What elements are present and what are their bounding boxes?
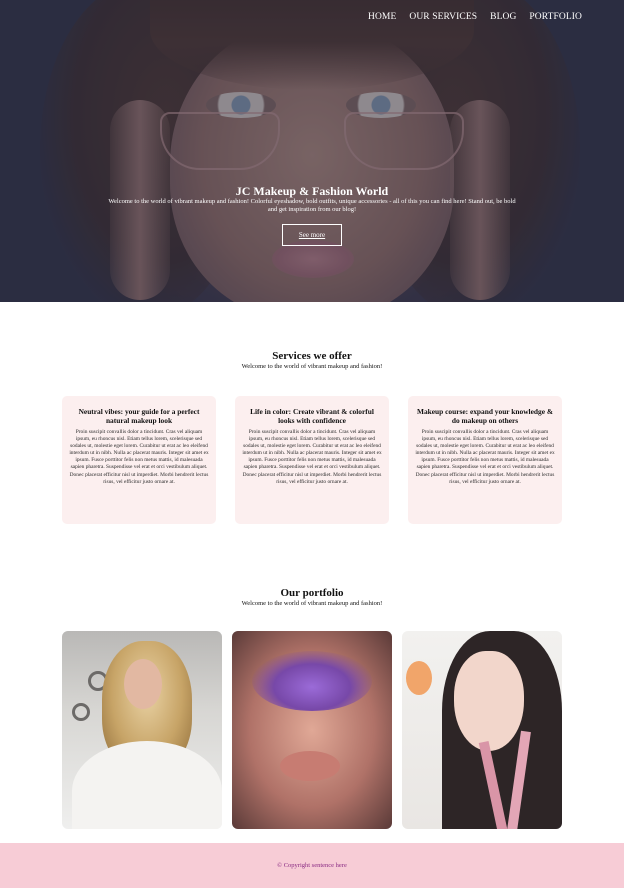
footer-copyright: © Copyright sentence here [277,862,347,869]
nav-home-link[interactable]: HOME [368,12,396,22]
service-card-body: Proin suscipit convallis dolor a tincidu… [69,429,209,485]
services-subtitle: Welcome to the world of vibrant makeup a… [241,363,383,370]
portfolio-photo-blonde-look[interactable] [62,631,222,829]
service-card-body: Proin suscipit convallis dolor a tincidu… [242,429,382,485]
portfolio-title: Our portfolio [280,587,344,599]
hero-banner: HOME OUR SERVICES BLOG PORTFOLIO JC Make… [0,0,624,302]
hero-content: JC Makeup & Fashion World Welcome to the… [0,184,624,246]
service-card[interactable]: Neutral vibes: your guide for a perfect … [62,396,216,524]
portfolio-header: Our portfolio Welcome to the world of vi… [0,587,624,608]
hero-subtitle: Welcome to the world of vibrant makeup a… [108,198,516,213]
services-title: Services we offer [272,350,352,362]
photo-robe [72,741,222,829]
main-nav: HOME OUR SERVICES BLOG PORTFOLIO [368,12,582,22]
photo-makeup-sponge [406,661,432,695]
portfolio-subtitle: Welcome to the world of vibrant makeup a… [241,600,383,607]
service-card-title: Neutral vibes: your guide for a perfect … [78,407,200,425]
service-card[interactable]: Makeup course: expand your knowledge & d… [408,396,562,524]
see-more-button[interactable]: See more [282,224,342,246]
photo-eyeshadow [252,651,372,711]
portfolio-gallery [62,631,562,829]
service-card-body: Proin suscipit convallis dolor a tincidu… [415,429,555,485]
portfolio-photo-purple-eyeshadow[interactable] [232,631,392,829]
nav-portfolio-link[interactable]: PORTFOLIO [529,12,582,22]
hero-title: JC Makeup & Fashion World [235,184,389,198]
service-card-title: Life in color: Create vibrant & colorful… [250,407,374,425]
photo-face [124,659,162,709]
nav-services-link[interactable]: OUR SERVICES [409,12,477,22]
services-cards: Neutral vibes: your guide for a perfect … [62,396,562,524]
photo-lips [280,751,340,781]
photo-decor-ring [72,703,90,721]
service-card-title: Makeup course: expand your knowledge & d… [417,407,553,425]
footer: © Copyright sentence here [0,843,624,888]
services-header: Services we offer Welcome to the world o… [0,350,624,371]
nav-blog-link[interactable]: BLOG [490,12,516,22]
portfolio-photo-brush-makeup[interactable] [402,631,562,829]
photo-face [454,651,524,751]
service-card[interactable]: Life in color: Create vibrant & colorful… [235,396,389,524]
hero-overlay [0,0,624,302]
